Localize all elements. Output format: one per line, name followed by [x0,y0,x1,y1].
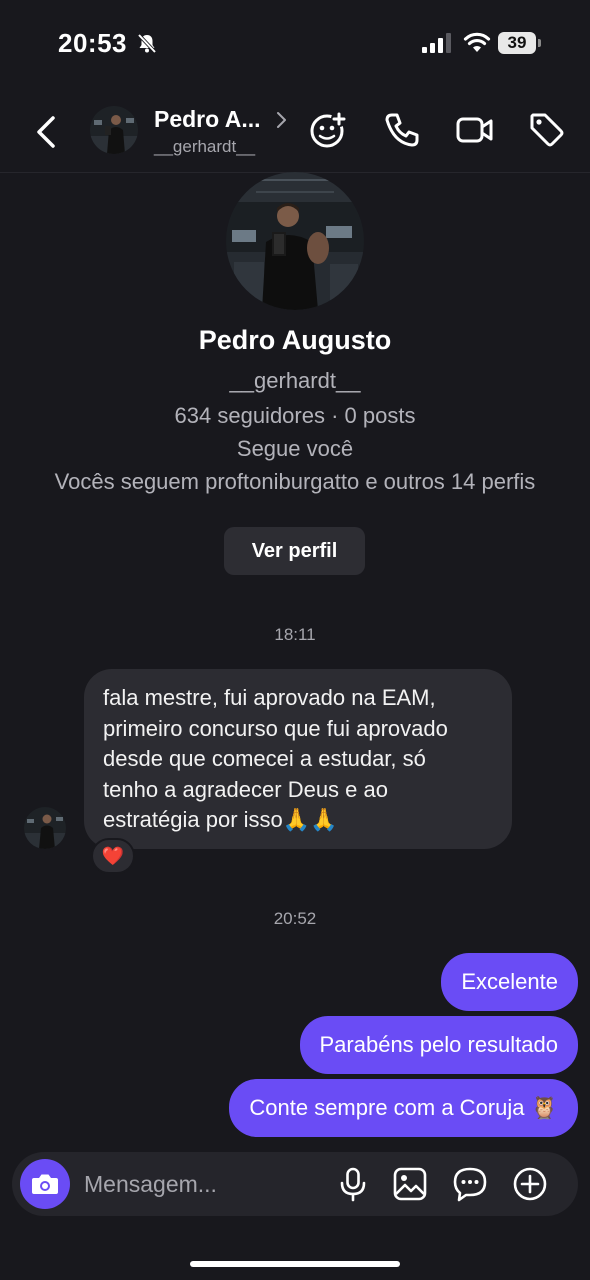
incoming-message[interactable]: fala mestre, fui aprovado na EAM, primei… [84,669,512,849]
camera-button[interactable] [20,1159,70,1209]
view-profile-button[interactable]: Ver perfil [224,527,365,575]
follows-you-label: Segue você [236,436,354,461]
camera-icon [32,1174,58,1194]
home-indicator[interactable] [190,1261,400,1267]
sticker-icon[interactable] [452,1166,488,1202]
status-bar: 20:53 39 [0,0,590,90]
gallery-icon[interactable] [392,1166,428,1202]
chat-header: Pedro A... __gerhardt__ [0,90,590,173]
bell-muted-icon [137,33,157,54]
profile-stats: 634 seguidores · 0 posts [174,403,416,428]
avatar[interactable] [90,106,138,154]
cellular-signal-icon [422,33,451,53]
contact-username[interactable]: __gerhardt__ [154,137,255,157]
outgoing-message[interactable]: Conte sempre com a Coruja 🦉 [229,1079,578,1137]
status-time: 20:53 [58,28,127,58]
message-composer: Mensagem... [12,1152,578,1216]
profile-name: Pedro Augusto [198,325,392,355]
outgoing-message[interactable]: Parabéns pelo resultado [299,1016,578,1074]
wifi-icon [463,32,491,52]
microphone-icon[interactable] [335,1166,371,1202]
profile-avatar[interactable] [226,172,364,310]
video-icon[interactable] [455,110,495,150]
profile-username: __gerhardt__ [229,368,361,393]
dm-screen: 20:53 39 Pedro A... __gerhardt__ Pedro A… [0,0,590,1280]
chevron-right-icon[interactable] [274,110,288,130]
tag-icon[interactable] [527,110,567,150]
mutual-follows: Vocês seguem proftoniburgatto e outros 1… [54,469,536,494]
contact-name[interactable]: Pedro A... [154,106,261,133]
game-controller-icon[interactable] [309,110,349,150]
message-timestamp: 18:11 [274,625,316,644]
phone-icon[interactable] [382,110,422,150]
heart-reaction[interactable]: ❤️ [91,838,135,874]
battery-icon: 39 [498,32,542,54]
battery-level: 39 [498,32,536,54]
sender-avatar[interactable] [24,807,66,849]
back-icon[interactable] [30,110,64,154]
message-input[interactable]: Mensagem... [84,1171,217,1198]
incoming-message-text: fala mestre, fui aprovado na EAM, primei… [103,685,448,832]
message-timestamp: 20:52 [273,909,317,928]
plus-icon[interactable] [512,1166,548,1202]
outgoing-message[interactable]: Excelente [441,953,578,1011]
